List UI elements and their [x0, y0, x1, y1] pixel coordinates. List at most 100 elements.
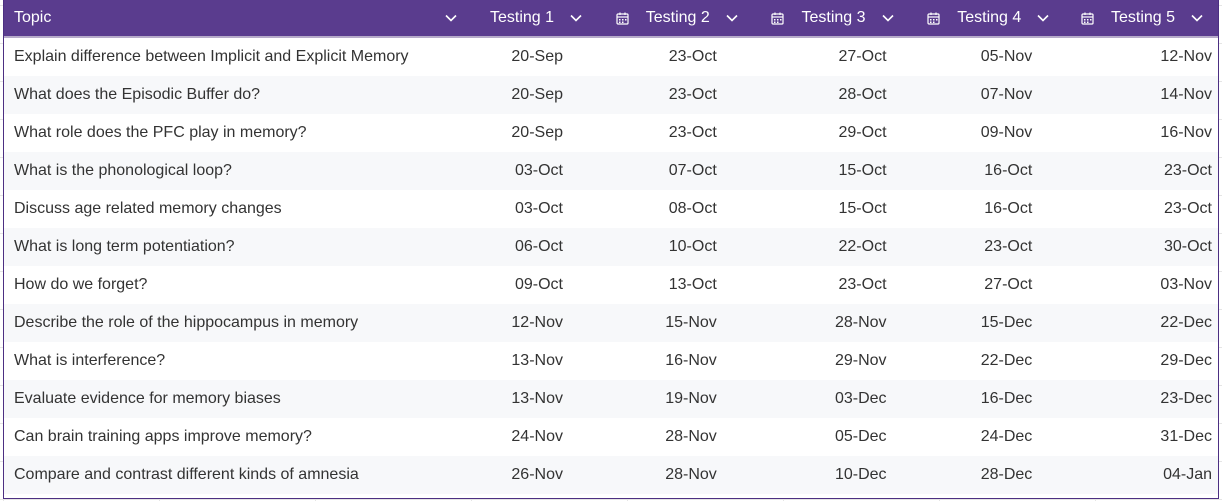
table-row[interactable]: Can brain training apps improve memory? … [4, 418, 1218, 456]
testing-3-cell[interactable]: 29-Nov [751, 352, 907, 370]
calendar-icon [771, 12, 785, 25]
testing-3-cell[interactable]: 27-Oct [751, 48, 907, 66]
testing-1-cell[interactable]: 13-Nov [469, 352, 595, 370]
testing-3-cell[interactable]: 28-Oct [751, 86, 907, 104]
testing-3-cell[interactable]: 15-Oct [751, 162, 907, 180]
testing-2-cell[interactable]: 08-Oct [595, 200, 751, 218]
topic-cell[interactable]: What is the phonological loop? [4, 162, 469, 180]
testing-1-cell[interactable]: 03-Oct [469, 200, 595, 218]
topic-cell[interactable]: What does the Episodic Buffer do? [4, 86, 469, 104]
testing-3-cell[interactable]: 05-Dec [751, 428, 907, 446]
chevron-down-icon[interactable] [1191, 14, 1203, 22]
testing-2-cell[interactable]: 07-Oct [595, 162, 751, 180]
topic-cell[interactable]: What is interference? [4, 352, 469, 370]
header-testing-5[interactable]: Testing 5 [1062, 0, 1218, 36]
table-row[interactable]: What is the phonological loop? 03-Oct 07… [4, 152, 1218, 190]
topic-cell[interactable]: How do we forget? [4, 276, 469, 294]
testing-5-cell[interactable]: 23-Dec [1062, 390, 1218, 408]
testing-4-cell[interactable]: 16-Oct [907, 200, 1063, 218]
table-header: Topic Testing 1 Testing 2 Testing 3 Test… [4, 0, 1218, 38]
testing-2-cell[interactable]: 28-Nov [595, 466, 751, 484]
testing-2-cell[interactable]: 19-Nov [595, 390, 751, 408]
table-row[interactable]: Evaluate evidence for memory biases 13-N… [4, 380, 1218, 418]
testing-5-cell[interactable]: 23-Oct [1062, 200, 1218, 218]
testing-3-cell[interactable]: 03-Dec [751, 390, 907, 408]
testing-3-cell[interactable]: 23-Oct [751, 276, 907, 294]
testing-3-cell[interactable]: 10-Dec [751, 466, 907, 484]
testing-2-cell[interactable]: 28-Nov [595, 428, 751, 446]
testing-4-cell[interactable]: 28-Dec [907, 466, 1063, 484]
testing-1-cell[interactable]: 20-Sep [469, 48, 595, 66]
testing-1-cell[interactable]: 20-Sep [469, 124, 595, 142]
testing-2-cell[interactable]: 10-Oct [595, 238, 751, 256]
testing-4-cell[interactable]: 09-Nov [907, 124, 1063, 142]
testing-5-cell[interactable]: 12-Nov [1062, 48, 1218, 66]
topic-cell[interactable]: Compare and contrast different kinds of … [4, 466, 469, 484]
testing-5-cell[interactable]: 04-Jan [1062, 466, 1218, 484]
table-row[interactable]: What is long term potentiation? 06-Oct 1… [4, 228, 1218, 266]
testing-4-cell[interactable]: 15-Dec [907, 314, 1063, 332]
testing-5-cell[interactable]: 03-Nov [1062, 276, 1218, 294]
header-testing-1[interactable]: Testing 1 [469, 0, 595, 36]
testing-5-cell[interactable]: 30-Oct [1062, 238, 1218, 256]
testing-2-cell[interactable]: 16-Nov [595, 352, 751, 370]
chevron-down-icon[interactable] [881, 14, 894, 22]
testing-4-cell[interactable]: 27-Oct [907, 276, 1063, 294]
header-testing-2[interactable]: Testing 2 [595, 0, 751, 36]
header-testing-2-label: Testing 2 [645, 9, 710, 26]
testing-1-cell[interactable]: 12-Nov [469, 314, 595, 332]
testing-4-cell[interactable]: 16-Dec [907, 390, 1063, 408]
header-testing-4-label: Testing 4 [957, 9, 1022, 26]
topic-cell[interactable]: Discuss age related memory changes [4, 200, 469, 218]
testing-5-cell[interactable]: 23-Oct [1062, 162, 1218, 180]
testing-5-cell[interactable]: 31-Dec [1062, 428, 1218, 446]
testing-2-cell[interactable]: 23-Oct [595, 86, 751, 104]
testing-2-cell[interactable]: 23-Oct [595, 48, 751, 66]
topic-cell[interactable]: Explain difference between Implicit and … [4, 48, 469, 66]
testing-4-cell[interactable]: 05-Nov [907, 48, 1063, 66]
testing-2-cell[interactable]: 13-Oct [595, 276, 751, 294]
table-row[interactable]: What is interference? 13-Nov 16-Nov 29-N… [4, 342, 1218, 380]
testing-1-cell[interactable]: 26-Nov [469, 466, 595, 484]
table-row[interactable]: Describe the role of the hippocampus in … [4, 304, 1218, 342]
testing-5-cell[interactable]: 29-Dec [1062, 352, 1218, 370]
testing-2-cell[interactable]: 15-Nov [595, 314, 751, 332]
testing-3-cell[interactable]: 29-Oct [751, 124, 907, 142]
chevron-down-icon[interactable] [726, 14, 738, 22]
topic-cell[interactable]: What is long term potentiation? [4, 238, 469, 256]
table-row[interactable]: How do we forget? 09-Oct 13-Oct 23-Oct 2… [4, 266, 1218, 304]
testing-5-cell[interactable]: 14-Nov [1062, 86, 1218, 104]
table-row[interactable]: Explain difference between Implicit and … [4, 38, 1218, 76]
chevron-down-icon[interactable] [445, 14, 457, 22]
table-row[interactable]: Compare and contrast different kinds of … [4, 456, 1218, 494]
chevron-down-icon[interactable] [570, 14, 582, 22]
topic-cell[interactable]: Evaluate evidence for memory biases [4, 390, 469, 408]
topic-cell[interactable]: Describe the role of the hippocampus in … [4, 314, 469, 332]
header-testing-4[interactable]: Testing 4 [907, 0, 1063, 36]
table-row[interactable]: What role does the PFC play in memory? 2… [4, 114, 1218, 152]
chevron-down-icon[interactable] [1037, 14, 1049, 22]
testing-1-cell[interactable]: 24-Nov [469, 428, 595, 446]
testing-2-cell[interactable]: 23-Oct [595, 124, 751, 142]
testing-4-cell[interactable]: 22-Dec [907, 352, 1063, 370]
table-row[interactable]: What does the Episodic Buffer do? 20-Sep… [4, 76, 1218, 114]
testing-1-cell[interactable]: 06-Oct [469, 238, 595, 256]
testing-3-cell[interactable]: 28-Nov [751, 314, 907, 332]
testing-4-cell[interactable]: 07-Nov [907, 86, 1063, 104]
testing-4-cell[interactable]: 16-Oct [907, 162, 1063, 180]
testing-1-cell[interactable]: 13-Nov [469, 390, 595, 408]
testing-3-cell[interactable]: 15-Oct [751, 200, 907, 218]
testing-3-cell[interactable]: 22-Oct [751, 238, 907, 256]
header-testing-3[interactable]: Testing 3 [751, 0, 907, 36]
testing-5-cell[interactable]: 22-Dec [1062, 314, 1218, 332]
testing-1-cell[interactable]: 09-Oct [469, 276, 595, 294]
topic-cell[interactable]: Can brain training apps improve memory? [4, 428, 469, 446]
testing-5-cell[interactable]: 16-Nov [1062, 124, 1218, 142]
testing-4-cell[interactable]: 23-Oct [907, 238, 1063, 256]
testing-1-cell[interactable]: 20-Sep [469, 86, 595, 104]
header-topic[interactable]: Topic [4, 0, 469, 36]
topic-cell[interactable]: What role does the PFC play in memory? [4, 124, 469, 142]
table-row[interactable]: Discuss age related memory changes 03-Oc… [4, 190, 1218, 228]
testing-1-cell[interactable]: 03-Oct [469, 162, 595, 180]
testing-4-cell[interactable]: 24-Dec [907, 428, 1063, 446]
